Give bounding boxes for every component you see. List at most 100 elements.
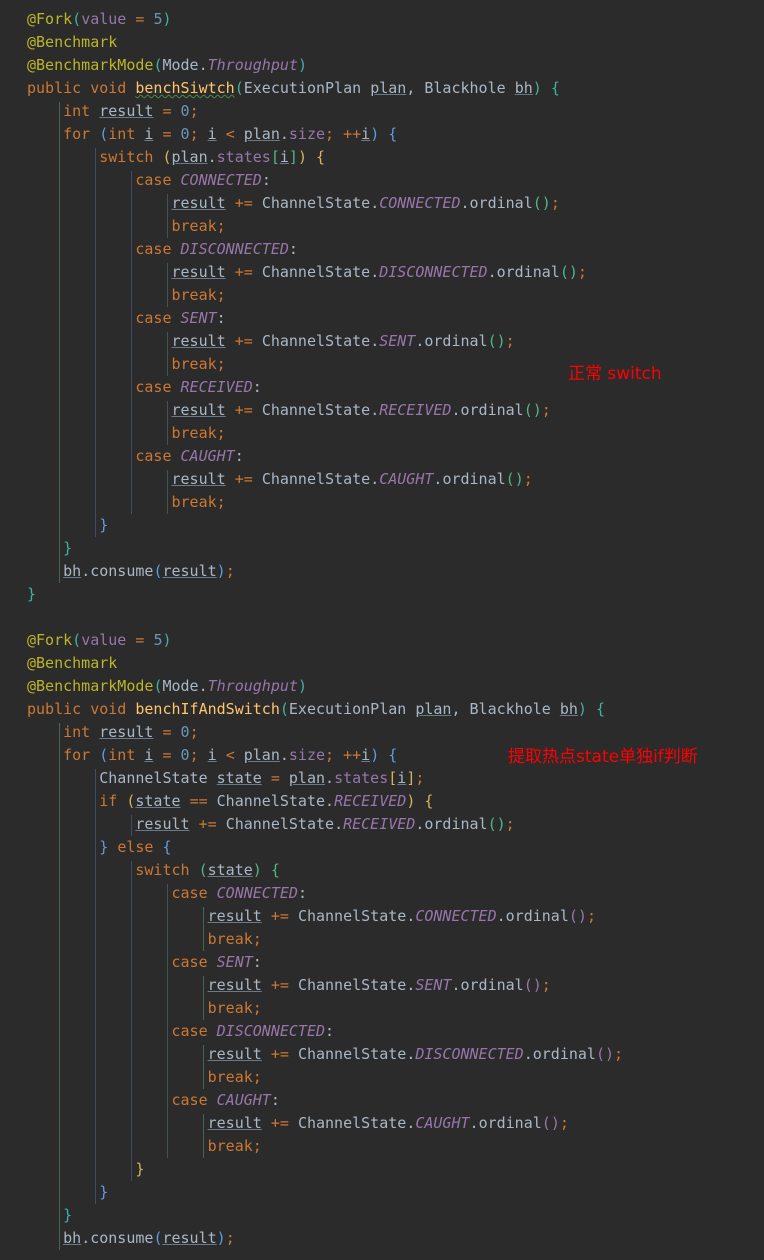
code-line-text: @Benchmark	[27, 654, 118, 672]
code-line-text: int result = 0;	[63, 102, 199, 120]
code-line: case CAUGHT:	[0, 1089, 280, 1112]
code-line-text: break;	[207, 999, 262, 1017]
code-line-text: public void benchSiwtch(ExecutionPlan pl…	[27, 79, 560, 97]
code-line-text: break;	[171, 217, 226, 235]
code-line: } else {	[0, 836, 172, 859]
code-line: result += ChannelState.RECEIVED.ordinal(…	[0, 399, 551, 422]
code-line-text: result += ChannelState.SENT.ordinal();	[171, 332, 515, 350]
code-line-text: break;	[171, 355, 226, 373]
code-line: case DISCONNECTED:	[0, 238, 298, 261]
code-line: break;	[0, 1135, 262, 1158]
code-line: switch (plan.states[i]) {	[0, 146, 325, 169]
code-line-text: case RECEIVED:	[135, 378, 262, 396]
note-hot-state-if: 提取热点state单独if判断	[508, 747, 698, 767]
code-line-text: }	[99, 1183, 109, 1201]
code-line-text: result += ChannelState.DISCONNECTED.ordi…	[207, 1045, 624, 1063]
code-line-text: break;	[207, 1137, 262, 1155]
code-line: result += ChannelState.CONNECTED.ordinal…	[0, 192, 560, 215]
code-line-text: switch (plan.states[i]) {	[99, 148, 326, 166]
code-line-text: result += ChannelState.RECEIVED.ordinal(…	[171, 401, 551, 419]
code-line-text: break;	[207, 1068, 262, 1086]
code-line: for (int i = 0; i < plan.size; ++i) {	[0, 744, 397, 767]
code-line-text: result += ChannelState.CAUGHT.ordinal();	[171, 470, 533, 488]
code-line: switch (state) {	[0, 859, 280, 882]
code-line: case SENT:	[0, 951, 262, 974]
code-line-text: result += ChannelState.SENT.ordinal();	[207, 976, 551, 994]
code-line: break;	[0, 997, 262, 1020]
code-line-text: }	[63, 1206, 73, 1224]
code-line: int result = 0;	[0, 721, 199, 744]
code-line: result += ChannelState.DISCONNECTED.ordi…	[0, 261, 587, 284]
code-line: break;	[0, 1066, 262, 1089]
code-line-text: @Fork(value = 5)	[27, 631, 172, 649]
code-line: result += ChannelState.DISCONNECTED.ordi…	[0, 1043, 623, 1066]
code-line-text: @Fork(value = 5)	[27, 10, 172, 28]
code-line-text: break;	[207, 930, 262, 948]
code-line-text: int result = 0;	[63, 723, 199, 741]
code-line-text: break;	[171, 286, 226, 304]
code-line: }	[0, 537, 72, 560]
code-line: break;	[0, 491, 226, 514]
code-line: @Fork(value = 5)	[0, 8, 172, 31]
code-line: for (int i = 0; i < plan.size; ++i) {	[0, 123, 397, 146]
code-line-text: result += ChannelState.RECEIVED.ordinal(…	[135, 815, 515, 833]
code-line: }	[0, 1181, 108, 1204]
code-line: public void benchIfAndSwitch(ExecutionPl…	[0, 698, 605, 721]
code-line: @Benchmark	[0, 31, 117, 54]
code-line-text: for (int i = 0; i < plan.size; ++i) {	[63, 746, 398, 764]
code-line-text: switch (state) {	[135, 861, 280, 879]
code-line: break;	[0, 215, 226, 238]
code-line-text: result += ChannelState.CONNECTED.ordinal…	[207, 907, 596, 925]
code-line: @Benchmark	[0, 652, 117, 675]
code-line: }	[0, 583, 36, 606]
code-line-text: @Benchmark	[27, 33, 118, 51]
code-line: public void benchSiwtch(ExecutionPlan pl…	[0, 77, 560, 100]
code-line: result += ChannelState.SENT.ordinal();	[0, 974, 551, 997]
code-line-text: @BenchmarkMode(Mode.Throughput)	[27, 677, 307, 695]
code-line: }	[0, 1158, 144, 1181]
code-line: case SENT:	[0, 307, 226, 330]
code-line-text: } else {	[99, 838, 172, 856]
code-line-text: }	[63, 539, 73, 557]
code-line: break;	[0, 928, 262, 951]
code-line-text: case CAUGHT:	[171, 1091, 280, 1109]
code-line-text: case CAUGHT:	[135, 447, 244, 465]
code-line: bh.consume(result);	[0, 560, 235, 583]
code-line-text: case SENT:	[171, 953, 262, 971]
code-line-text: @BenchmarkMode(Mode.Throughput)	[27, 56, 307, 74]
code-line: case CONNECTED:	[0, 169, 271, 192]
code-line-text: case DISCONNECTED:	[135, 240, 298, 258]
code-line: result += ChannelState.RECEIVED.ordinal(…	[0, 813, 515, 836]
code-line-text: case CONNECTED:	[135, 171, 271, 189]
code-line-text: result += ChannelState.DISCONNECTED.ordi…	[171, 263, 587, 281]
code-line-text: result += ChannelState.CONNECTED.ordinal…	[171, 194, 560, 212]
code-line: case CONNECTED:	[0, 882, 307, 905]
code-line-text: for (int i = 0; i < plan.size; ++i) {	[63, 125, 398, 143]
code-line: ChannelState state = plan.states[i];	[0, 767, 424, 790]
note-normal-switch: 正常 switch	[568, 364, 662, 384]
code-line-text: bh.consume(result);	[63, 562, 235, 580]
code-line-text: case SENT:	[135, 309, 226, 327]
code-line: break;	[0, 353, 226, 376]
code-line-text: break;	[171, 493, 226, 511]
code-line: @BenchmarkMode(Mode.Throughput)	[0, 675, 307, 698]
code-line-text: case CONNECTED:	[171, 884, 307, 902]
code-line: }	[0, 1204, 72, 1227]
code-line: case DISCONNECTED:	[0, 1020, 335, 1043]
code-line-text: }	[99, 516, 109, 534]
code-line: case RECEIVED:	[0, 376, 262, 399]
code-line: result += ChannelState.CAUGHT.ordinal();	[0, 468, 533, 491]
code-line: case CAUGHT:	[0, 445, 244, 468]
code-line: result += ChannelState.CONNECTED.ordinal…	[0, 905, 596, 928]
code-line: if (state == ChannelState.RECEIVED) {	[0, 790, 433, 813]
code-line: break;	[0, 422, 226, 445]
code-line: result += ChannelState.SENT.ordinal();	[0, 330, 515, 353]
code-line-text: result += ChannelState.CAUGHT.ordinal();	[207, 1114, 569, 1132]
code-line-text: bh.consume(result);	[63, 1229, 235, 1247]
code-line-text: break;	[171, 424, 226, 442]
code-line: break;	[0, 284, 226, 307]
code-line: }	[0, 514, 108, 537]
code-editor-canvas[interactable]: @Fork(value = 5) @Benchmark @BenchmarkMode…	[0, 0, 764, 1260]
code-line: int result = 0;	[0, 100, 199, 123]
